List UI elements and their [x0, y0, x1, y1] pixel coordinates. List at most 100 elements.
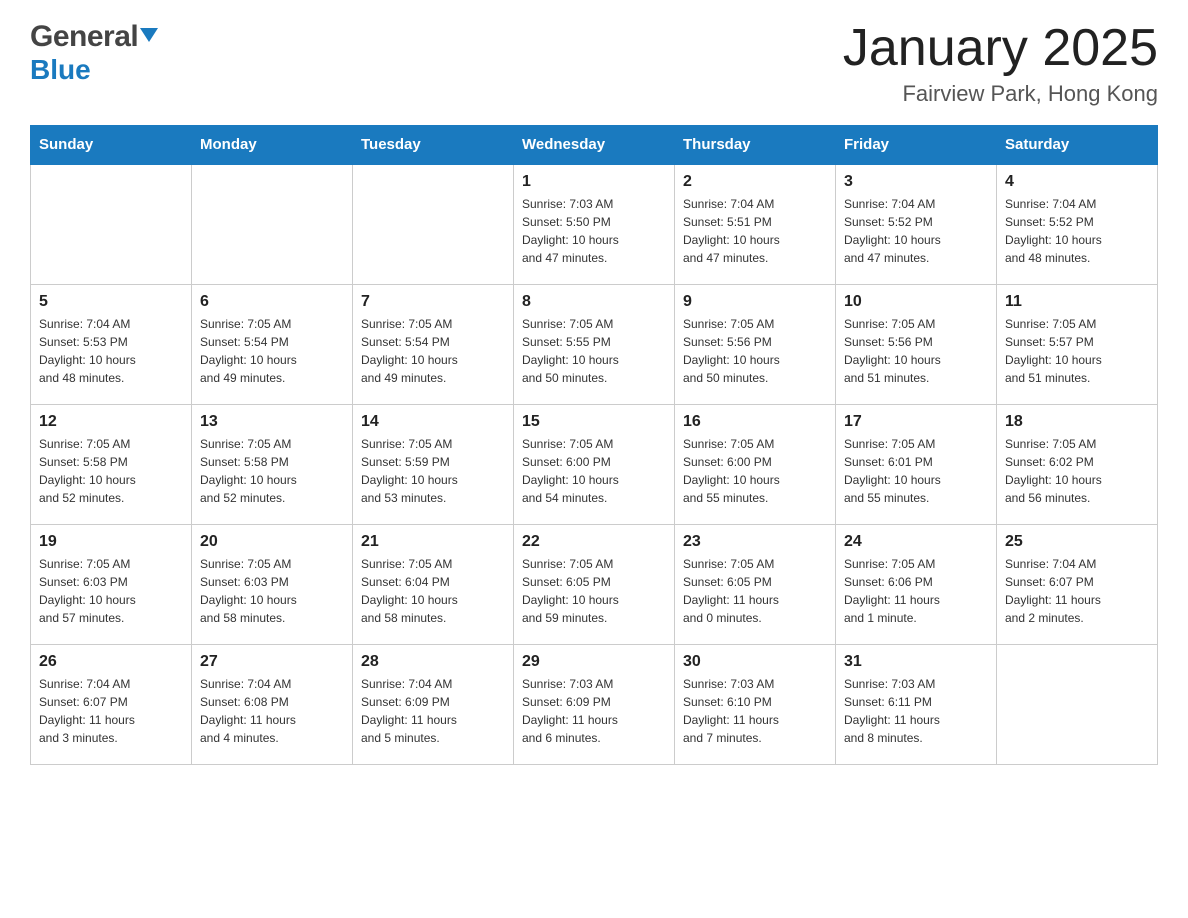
table-row: 14 Sunrise: 7:05 AMSunset: 5:59 PMDayligh… [353, 404, 514, 524]
day-info: Sunrise: 7:04 AMSunset: 6:07 PMDaylight:… [39, 675, 183, 747]
table-row: 25 Sunrise: 7:04 AMSunset: 6:07 PMDayligh… [997, 524, 1158, 644]
table-row: 20Sunrise: 7:05 AMSunset: 6:03 PMDayligh… [192, 524, 353, 644]
table-row: 16 Sunrise: 7:05 AMSunset: 6:00 PMDayligh… [675, 404, 836, 524]
day-number: 26 [39, 653, 183, 671]
day-number: 1 [522, 173, 666, 191]
day-info: Sunrise: 7:03 AMSunset: 6:09 PMDaylight:… [522, 675, 666, 747]
day-info: Sunrise: 7:05 AMSunset: 6:05 PMDaylight:… [683, 555, 827, 627]
table-row: 17 Sunrise: 7:05 AMSunset: 6:01 PMDayligh… [836, 404, 997, 524]
day-info: Sunrise: 7:04 AMSunset: 5:51 PMDaylight:… [683, 195, 827, 267]
day-number: 4 [1005, 173, 1149, 191]
day-number: 17 [844, 413, 988, 431]
day-info: Sunrise: 7:04 AMSunset: 6:08 PMDaylight:… [200, 675, 344, 747]
day-number: 5 [39, 293, 183, 311]
table-row: 13 Sunrise: 7:05 AMSunset: 5:58 PMDayligh… [192, 404, 353, 524]
logo-arrow-icon [138, 24, 160, 51]
day-info: Sunrise: 7:05 AMSunset: 5:54 PMDaylight:… [200, 315, 344, 387]
calendar-week-row: 19 Sunrise: 7:05 AMSunset: 6:03 PMDayligh… [31, 524, 1158, 644]
table-row: 27 Sunrise: 7:04 AMSunset: 6:08 PMDayligh… [192, 644, 353, 764]
table-row: 31 Sunrise: 7:03 AMSunset: 6:11 PMDayligh… [836, 644, 997, 764]
day-number: 7 [361, 293, 505, 311]
day-number: 31 [844, 653, 988, 671]
day-info: Sunrise: 7:05 AMSunset: 6:03 PMDaylight:… [200, 555, 344, 627]
day-info: Sunrise: 7:04 AMSunset: 6:07 PMDaylight:… [1005, 555, 1149, 627]
day-number: 21 [361, 533, 505, 551]
table-row: 19Sunrise: 7:05 AMSunset: 6:03 PMDayligh… [31, 524, 192, 644]
table-row [997, 644, 1158, 764]
calendar-subtitle: Fairview Park, Hong Kong [843, 81, 1158, 107]
table-row: 2Sunrise: 7:04 AMSunset: 5:51 PMDaylight… [675, 164, 836, 284]
calendar-week-row: 12 Sunrise: 7:05 AMSunset: 5:58 PMDayligh… [31, 404, 1158, 524]
table-row: 8 Sunrise: 7:05 AMSunset: 5:55 PMDaylight… [514, 284, 675, 404]
table-row: 7 Sunrise: 7:05 AMSunset: 5:54 PMDaylight… [353, 284, 514, 404]
table-row [192, 164, 353, 284]
day-number: 25 [1005, 533, 1149, 551]
day-info: Sunrise: 7:05 AMSunset: 5:57 PMDaylight:… [1005, 315, 1149, 387]
day-info: Sunrise: 7:05 AMSunset: 6:04 PMDaylight:… [361, 555, 505, 627]
day-info: Sunrise: 7:04 AMSunset: 5:52 PMDaylight:… [1005, 195, 1149, 267]
table-row: 15 Sunrise: 7:05 AMSunset: 6:00 PMDayligh… [514, 404, 675, 524]
table-row: 28 Sunrise: 7:04 AMSunset: 6:09 PMDayligh… [353, 644, 514, 764]
day-number: 3 [844, 173, 988, 191]
col-thursday: Thursday [675, 126, 836, 165]
day-info: Sunrise: 7:04 AMSunset: 5:53 PMDaylight:… [39, 315, 183, 387]
table-row: 30Sunrise: 7:03 AMSunset: 6:10 PMDayligh… [675, 644, 836, 764]
calendar-header-row: Sunday Monday Tuesday Wednesday Thursday… [31, 126, 1158, 165]
day-info: Sunrise: 7:05 AMSunset: 5:56 PMDaylight:… [683, 315, 827, 387]
day-info: Sunrise: 7:05 AMSunset: 6:01 PMDaylight:… [844, 435, 988, 507]
day-info: Sunrise: 7:04 AMSunset: 6:09 PMDaylight:… [361, 675, 505, 747]
table-row: 21 Sunrise: 7:05 AMSunset: 6:04 PMDayligh… [353, 524, 514, 644]
day-number: 29 [522, 653, 666, 671]
day-info: Sunrise: 7:05 AMSunset: 5:56 PMDaylight:… [844, 315, 988, 387]
day-info: Sunrise: 7:05 AMSunset: 6:06 PMDaylight:… [844, 555, 988, 627]
table-row: 18Sunrise: 7:05 AMSunset: 6:02 PMDayligh… [997, 404, 1158, 524]
day-number: 13 [200, 413, 344, 431]
table-row: 1 Sunrise: 7:03 AMSunset: 5:50 PMDaylight… [514, 164, 675, 284]
day-number: 27 [200, 653, 344, 671]
day-info: Sunrise: 7:05 AMSunset: 6:00 PMDaylight:… [522, 435, 666, 507]
col-friday: Friday [836, 126, 997, 165]
day-number: 19 [39, 533, 183, 551]
day-number: 10 [844, 293, 988, 311]
table-row: 22 Sunrise: 7:05 AMSunset: 6:05 PMDayligh… [514, 524, 675, 644]
day-number: 15 [522, 413, 666, 431]
table-row: 11 Sunrise: 7:05 AMSunset: 5:57 PMDayligh… [997, 284, 1158, 404]
day-number: 24 [844, 533, 988, 551]
day-number: 22 [522, 533, 666, 551]
day-number: 16 [683, 413, 827, 431]
day-info: Sunrise: 7:05 AMSunset: 5:55 PMDaylight:… [522, 315, 666, 387]
table-row: 24 Sunrise: 7:05 AMSunset: 6:06 PMDayligh… [836, 524, 997, 644]
logo-blue-text: Blue [30, 54, 91, 86]
day-number: 14 [361, 413, 505, 431]
col-wednesday: Wednesday [514, 126, 675, 165]
day-number: 23 [683, 533, 827, 551]
day-info: Sunrise: 7:05 AMSunset: 5:54 PMDaylight:… [361, 315, 505, 387]
day-number: 11 [1005, 293, 1149, 311]
day-info: Sunrise: 7:05 AMSunset: 5:59 PMDaylight:… [361, 435, 505, 507]
calendar-week-row: 1 Sunrise: 7:03 AMSunset: 5:50 PMDaylight… [31, 164, 1158, 284]
day-info: Sunrise: 7:03 AMSunset: 6:11 PMDaylight:… [844, 675, 988, 747]
day-info: Sunrise: 7:03 AMSunset: 5:50 PMDaylight:… [522, 195, 666, 267]
table-row [353, 164, 514, 284]
day-info: Sunrise: 7:05 AMSunset: 5:58 PMDaylight:… [200, 435, 344, 507]
day-info: Sunrise: 7:04 AMSunset: 5:52 PMDaylight:… [844, 195, 988, 267]
table-row: 26 Sunrise: 7:04 AMSunset: 6:07 PMDayligh… [31, 644, 192, 764]
table-row [31, 164, 192, 284]
table-row: 23 Sunrise: 7:05 AMSunset: 6:05 PMDayligh… [675, 524, 836, 644]
logo-general-text: General [30, 20, 138, 54]
day-info: Sunrise: 7:03 AMSunset: 6:10 PMDaylight:… [683, 675, 827, 747]
calendar-table: Sunday Monday Tuesday Wednesday Thursday… [30, 125, 1158, 765]
table-row: 10 Sunrise: 7:05 AMSunset: 5:56 PMDayligh… [836, 284, 997, 404]
calendar-week-row: 5 Sunrise: 7:04 AMSunset: 5:53 PMDaylight… [31, 284, 1158, 404]
logo: General Blue [30, 20, 160, 86]
table-row: 4 Sunrise: 7:04 AMSunset: 5:52 PMDaylight… [997, 164, 1158, 284]
col-monday: Monday [192, 126, 353, 165]
day-number: 12 [39, 413, 183, 431]
day-number: 8 [522, 293, 666, 311]
table-row: 29 Sunrise: 7:03 AMSunset: 6:09 PMDayligh… [514, 644, 675, 764]
day-number: 28 [361, 653, 505, 671]
day-number: 18 [1005, 413, 1149, 431]
day-info: Sunrise: 7:05 AMSunset: 6:00 PMDaylight:… [683, 435, 827, 507]
col-saturday: Saturday [997, 126, 1158, 165]
day-info: Sunrise: 7:05 AMSunset: 6:05 PMDaylight:… [522, 555, 666, 627]
